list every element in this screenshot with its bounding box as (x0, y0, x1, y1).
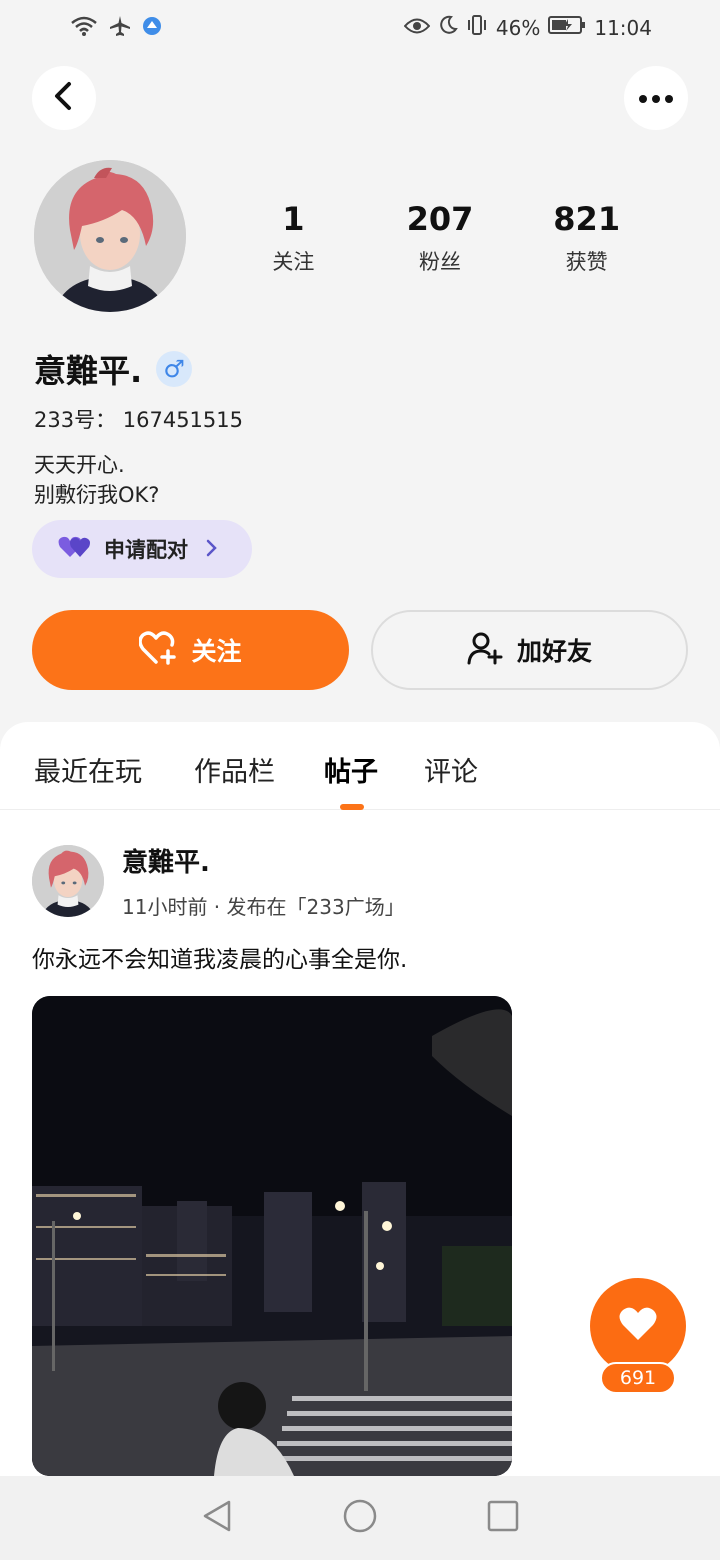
follow-label: 关注 (191, 637, 242, 666)
profile-name: 意難平. (34, 352, 143, 390)
profile-avatar[interactable] (34, 160, 186, 312)
active-tab-indicator (340, 804, 364, 810)
heart-plus-icon (138, 631, 177, 669)
more-options-button[interactable] (624, 66, 688, 130)
post-header: 意難平. 11小时前 · 发布在「233广场」 (32, 842, 405, 920)
tab-works[interactable]: 作品栏 (194, 750, 275, 789)
stat-label: 获赞 (565, 250, 608, 274)
more-dots-icon (638, 89, 674, 108)
add-friend-button[interactable]: 加好友 (371, 610, 688, 690)
add-friend-label: 加好友 (516, 637, 592, 666)
airplane-icon (108, 14, 132, 42)
follow-button[interactable]: 关注 (32, 610, 349, 690)
post-author-info: 意難平. 11小时前 · 发布在「233广场」 (122, 842, 405, 920)
bio: 天天开心. 别敷衍我OK? (34, 450, 159, 510)
tab-bar: 最近在玩 作品栏 帖子 评论 (0, 722, 720, 810)
nav-home-icon[interactable] (343, 1499, 377, 1537)
add-user-icon (467, 631, 503, 669)
post-author-name[interactable]: 意難平. (122, 842, 405, 879)
nav-recents-icon[interactable] (487, 1500, 519, 1536)
like-button[interactable] (590, 1278, 686, 1374)
post-text: 你永远不会知道我凌晨的心事全是你. (32, 947, 408, 973)
bio-line: 别敷衍我OK? (34, 483, 160, 507)
wifi-icon (70, 15, 98, 41)
tab-comments[interactable]: 评论 (424, 750, 478, 789)
post-image[interactable] (32, 996, 512, 1476)
stat-label: 粉丝 (419, 250, 461, 274)
user-id: 233号： 167451515 (34, 408, 244, 432)
post-meta: 11小时前 · 发布在「233广场」 (122, 895, 405, 919)
chevron-left-icon (51, 81, 77, 115)
chevron-right-icon (206, 535, 218, 563)
profile-stats: 1 关注 207 粉丝 821 获赞 (220, 200, 660, 276)
bio-line: 天天开心. (34, 453, 125, 477)
tab-recent-playing[interactable]: 最近在玩 (34, 750, 142, 789)
battery-icon (548, 15, 586, 40)
nav-back-icon[interactable] (201, 1499, 233, 1537)
name-row: 意難平. ♂ (34, 346, 193, 392)
battery-percent: 46% (495, 15, 541, 40)
pair-label: 申请配对 (104, 538, 188, 562)
clock: 11:04 (594, 15, 652, 40)
heart-icon (618, 1306, 658, 1346)
stat-likes[interactable]: 821 获赞 (513, 200, 660, 276)
system-navigation-bar (0, 1476, 720, 1560)
post-author-avatar[interactable] (32, 845, 104, 917)
back-button[interactable] (32, 66, 96, 130)
stat-value: 1 (282, 200, 305, 238)
like-count: 691 (600, 1362, 676, 1394)
stat-label: 关注 (272, 250, 315, 274)
eye-icon (403, 16, 431, 40)
double-heart-icon (58, 535, 92, 563)
app-notification-icon (142, 16, 162, 40)
content-sheet: 最近在玩 作品栏 帖子 评论 意難平. 11小时前 · 发布在「233广场」 你… (0, 722, 720, 1560)
tab-posts[interactable]: 帖子 (324, 750, 378, 789)
status-bar: 46% 11:04 (0, 0, 720, 56)
gender-male-icon: ♂ (156, 351, 193, 387)
stat-value: 207 (406, 200, 474, 238)
moon-icon (438, 15, 458, 40)
vibrate-icon (466, 14, 488, 41)
stat-value: 821 (553, 200, 621, 238)
stat-following[interactable]: 1 关注 (220, 200, 367, 276)
stat-followers[interactable]: 207 粉丝 (367, 200, 514, 276)
apply-pair-button[interactable]: 申请配对 (32, 520, 252, 578)
